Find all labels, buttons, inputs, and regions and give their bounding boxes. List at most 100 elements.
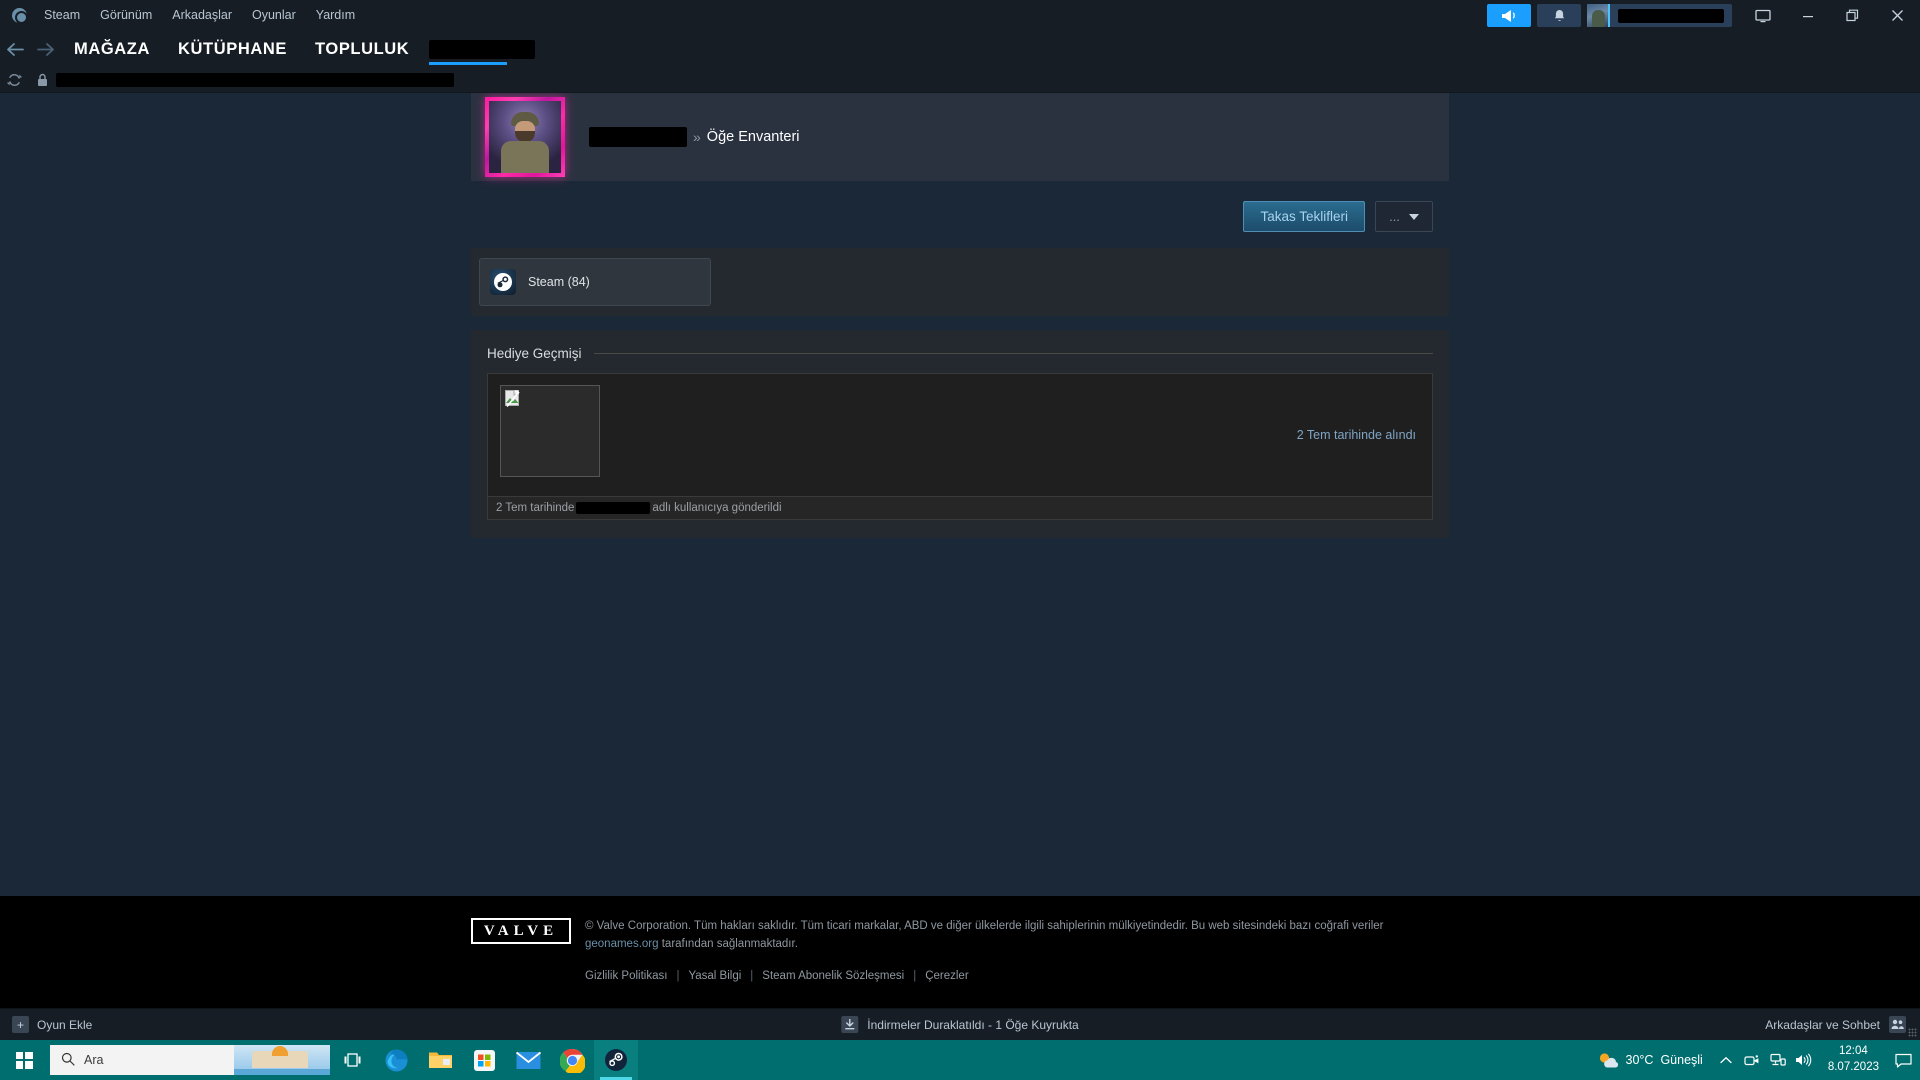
friends-icon (1889, 1016, 1906, 1033)
menu-item-games[interactable]: Oyunlar (242, 0, 306, 31)
downloads-status[interactable]: İndirmeler Duraklatıldı - 1 Öğe Kuyrukta (841, 1016, 1079, 1033)
gift-recipient-redacted (576, 502, 651, 514)
minimize-button[interactable] (1785, 0, 1830, 31)
valve-logo: VALVE (471, 918, 571, 945)
notifications-button[interactable] (1537, 4, 1581, 27)
url-text-redacted[interactable] (56, 72, 454, 87)
steam-taskbar-button[interactable] (594, 1040, 638, 1080)
volume-tray-button[interactable] (1791, 1040, 1817, 1080)
breadcrumb: » Öğe Envanteri (589, 127, 800, 147)
steam-glyph (494, 273, 512, 291)
bell-icon (1554, 9, 1564, 21)
separator: | (750, 970, 754, 982)
network-icon (1770, 1053, 1786, 1066)
copyright-text: © Valve Corporation. Tüm hakları saklıdı… (585, 918, 1384, 954)
menu-item-view[interactable]: Görünüm (90, 0, 162, 31)
show-hidden-icons-button[interactable] (1713, 1040, 1739, 1080)
avatar-image (489, 101, 561, 173)
action-center-button[interactable] (1890, 1040, 1916, 1080)
chevron-down-icon (1408, 213, 1419, 220)
breadcrumb-user-redacted[interactable] (589, 127, 687, 147)
microsoft-store-button[interactable] (462, 1040, 506, 1080)
maximize-icon (1846, 9, 1859, 22)
steam-status-bar: + Oyun Ekle İndirmeler Duraklatıldı - 1 … (0, 1008, 1920, 1040)
link-legal[interactable]: Yasal Bilgi (688, 970, 741, 982)
menu-item-friends[interactable]: Arkadaşlar (162, 0, 242, 31)
trade-offers-button[interactable]: Takas Teklifleri (1243, 201, 1365, 232)
clock[interactable]: 12:04 8.07.2023 (1817, 1040, 1890, 1080)
gift-history-header: Hediye Geçmişi (487, 346, 1433, 361)
download-icon (841, 1016, 859, 1033)
lock-icon-glyph (37, 73, 47, 86)
menu-item-steam[interactable]: Steam (34, 0, 90, 31)
search-illustration (234, 1045, 330, 1075)
file-explorer-button[interactable] (418, 1040, 462, 1080)
action-row: Takas Teklifleri ... (471, 201, 1449, 232)
avatar-frame[interactable] (485, 97, 565, 177)
divider (593, 353, 1433, 354)
inventory-tab-steam[interactable]: Steam (84) (479, 258, 711, 306)
broadcast-button[interactable] (1487, 4, 1531, 27)
refresh-button[interactable] (0, 73, 28, 87)
display-mode-button[interactable] (1740, 0, 1785, 31)
gift-history-entry[interactable]: 2 Tem tarihinde alındı 2 Tem tarihinde a… (487, 373, 1433, 520)
steam-logo-icon (490, 269, 516, 295)
mail-button[interactable] (506, 1040, 550, 1080)
action-center-icon (1894, 1053, 1912, 1068)
more-options-button[interactable]: ... (1375, 201, 1433, 232)
copyright-rest: tarafından sağlanmaktadır. (658, 938, 798, 951)
task-view-button[interactable] (330, 1040, 374, 1080)
menu-item-help[interactable]: Yardım (306, 0, 365, 31)
geonames-link[interactable]: geonames.org (585, 938, 659, 950)
user-account-chip[interactable] (1587, 4, 1732, 27)
weather-description: Güneşli (1660, 1053, 1703, 1067)
avatar-thumbnail (1587, 4, 1610, 27)
maximize-button[interactable] (1830, 0, 1875, 31)
separator: | (676, 970, 680, 982)
mail-icon (515, 1051, 541, 1069)
weather-sunny-icon (1599, 1052, 1618, 1067)
weather-widget[interactable]: 30°C Güneşli (1588, 1040, 1713, 1080)
minimize-icon (1802, 15, 1813, 17)
taskbar-search-input[interactable]: Ara (50, 1045, 330, 1075)
microsoft-store-icon (473, 1049, 495, 1071)
friends-and-chat-button[interactable]: Arkadaşlar ve Sohbet (1765, 1016, 1906, 1033)
more-options-label: ... (1389, 209, 1400, 224)
file-explorer-icon (428, 1052, 452, 1068)
gift-history-panel: Hediye Geçmişi 2 Tem tarihinde alındı 2 … (471, 330, 1449, 538)
footer-links: Gizlilik Politikası | Yasal Bilgi | Stea… (585, 970, 1384, 982)
steam-logo-icon (12, 8, 28, 24)
downloads-label: İndirmeler Duraklatıldı - 1 Öğe Kuyrukta (867, 1017, 1079, 1032)
nav-tab-library[interactable]: KÜTÜPHANE (164, 31, 301, 67)
friends-label: Arkadaşlar ve Sohbet (1765, 1017, 1880, 1032)
friends-glyph (1891, 1019, 1904, 1029)
close-button[interactable] (1875, 0, 1920, 31)
download-glyph (845, 1019, 855, 1030)
close-icon (1892, 10, 1903, 21)
back-button[interactable] (0, 31, 30, 67)
gift-entry-body: 2 Tem tarihinde alındı (488, 374, 1432, 496)
link-privacy-policy[interactable]: Gizlilik Politikası (585, 970, 667, 982)
clock-date: 8.07.2023 (1827, 1061, 1879, 1073)
add-game-button[interactable]: + Oyun Ekle (12, 1016, 92, 1033)
gift-footer-suffix: adlı kullanıcıya gönderildi (652, 502, 782, 514)
link-subscriber-agreement[interactable]: Steam Abonelik Sözleşmesi (762, 970, 904, 982)
camera-tray-button[interactable] (1739, 1040, 1765, 1080)
nav-tab-profile-redacted[interactable] (429, 39, 536, 65)
nav-tab-store[interactable]: MAĞAZA (60, 31, 164, 67)
user-name-redacted (1618, 8, 1724, 23)
steam-icon (605, 1049, 627, 1071)
avatar-body (501, 141, 549, 173)
nav-tab-community[interactable]: TOPLULUK (301, 31, 423, 67)
start-button[interactable] (0, 1040, 48, 1080)
plus-icon: + (12, 1016, 29, 1033)
chrome-button[interactable] (550, 1040, 594, 1080)
network-tray-button[interactable] (1765, 1040, 1791, 1080)
edge-button[interactable] (374, 1040, 418, 1080)
forward-button[interactable] (30, 31, 60, 67)
arrow-left-icon (6, 42, 24, 56)
arrow-right-icon (36, 42, 54, 56)
megaphone-icon (1501, 9, 1515, 22)
resize-grip[interactable] (1908, 1028, 1917, 1037)
link-cookies[interactable]: Çerezler (925, 970, 968, 982)
